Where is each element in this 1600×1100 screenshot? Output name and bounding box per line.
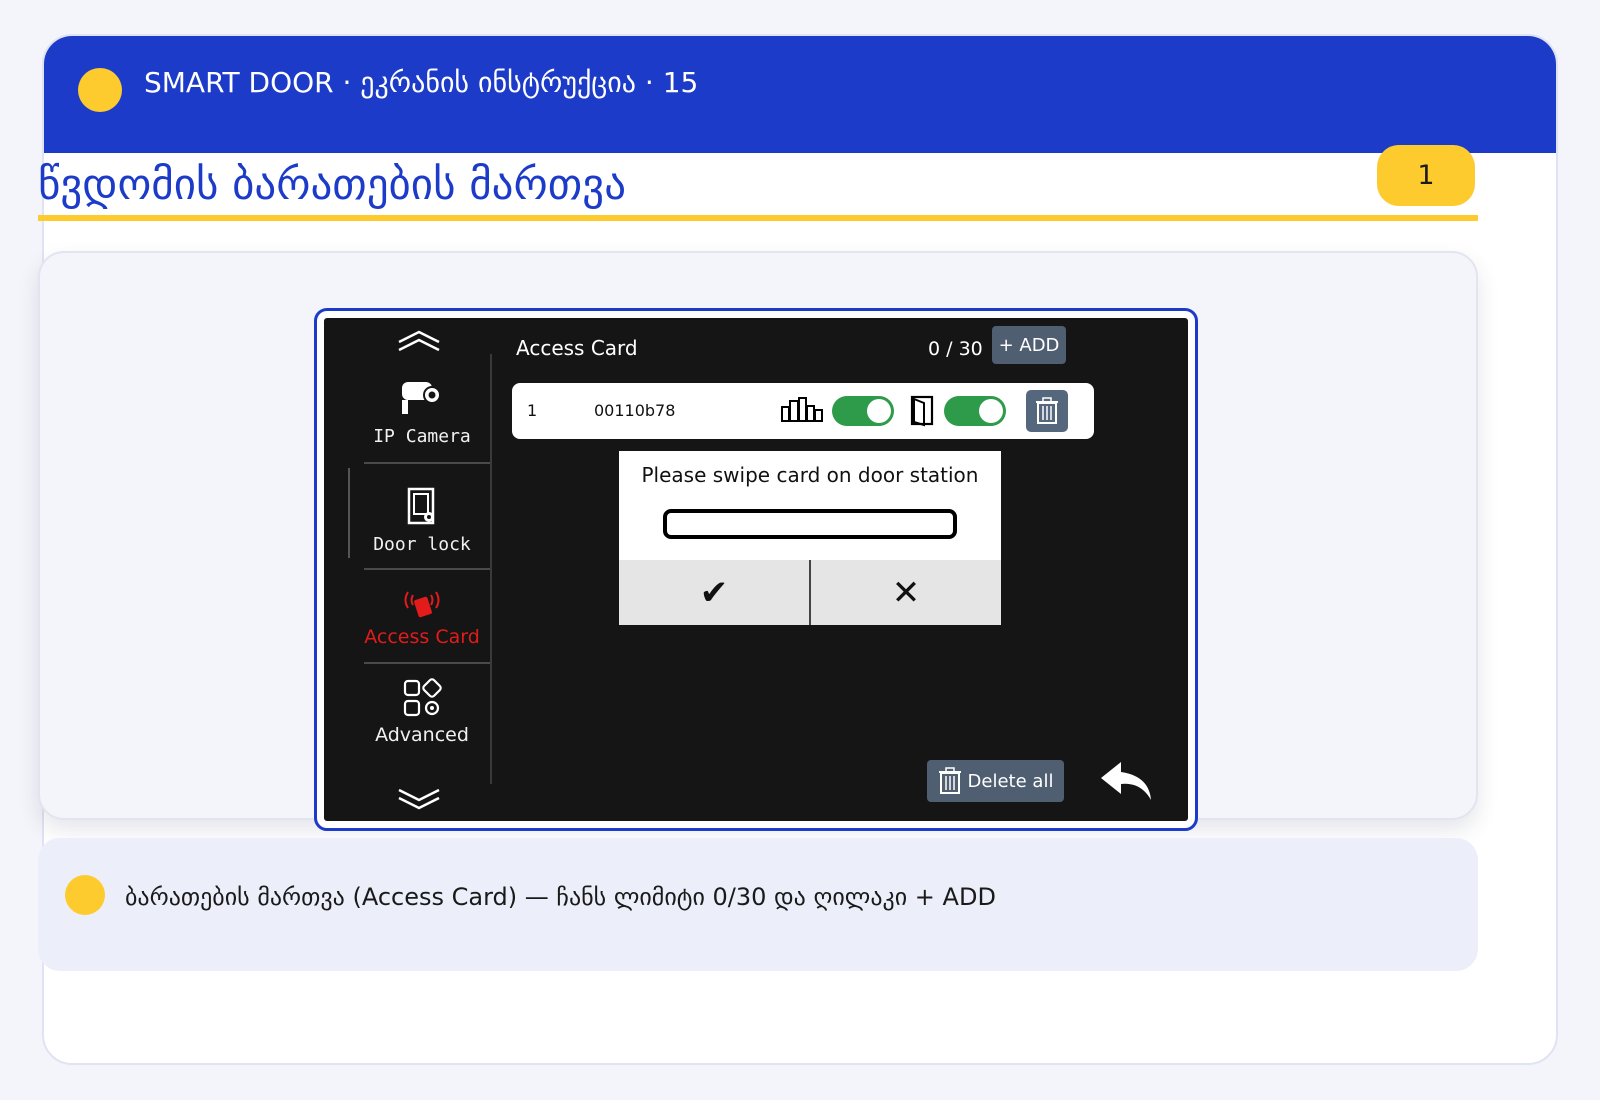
header-title: SMART DOOR · ეკრანის ინსტრუქცია · 15	[144, 66, 699, 99]
dialog-buttons: ✔ ✕	[619, 560, 1001, 625]
sidebar-scroll-indicator	[348, 468, 350, 558]
caption-bullet-icon	[65, 875, 105, 915]
chevron-up-icon[interactable]	[396, 328, 442, 354]
trash-icon	[938, 767, 961, 794]
delete-all-label: Delete all	[967, 770, 1054, 792]
page-title: წვდომის ბარათების მართვა	[38, 160, 627, 210]
add-card-button[interactable]: + ADD	[992, 326, 1066, 364]
building-access-toggle[interactable]	[832, 396, 894, 426]
trash-icon	[1036, 397, 1058, 424]
caption-box: ბარათების მართვა (Access Card) — ჩანს ლი…	[38, 838, 1478, 971]
screen-title: Access Card	[516, 336, 638, 360]
sidebar-separator	[490, 354, 492, 784]
ip-camera-icon	[402, 382, 441, 414]
confirm-button[interactable]: ✔	[619, 560, 809, 625]
door-icon	[910, 395, 934, 427]
device-screen: IP Camera Door lock Access Card Advanced…	[314, 308, 1198, 831]
sidebar-item-label: Door lock	[373, 534, 471, 555]
caption-text: ბარათების მართვა (Access Card) — ჩანს ლი…	[125, 883, 996, 911]
sidebar-item-access-card[interactable]: Access Card	[354, 586, 490, 648]
sidebar-item-advanced[interactable]: Advanced	[354, 678, 490, 746]
delete-all-button[interactable]: Delete all	[927, 760, 1064, 802]
sidebar-item-label: IP Camera	[373, 426, 471, 447]
building-icon	[781, 397, 823, 422]
swipe-card-dialog: Please swipe card on door station ✔ ✕	[619, 451, 1001, 625]
device-sidebar: IP Camera Door lock Access Card Advanced	[324, 318, 492, 821]
sidebar-divider	[364, 662, 490, 664]
advanced-icon	[403, 678, 442, 717]
cancel-button[interactable]: ✕	[811, 560, 1001, 625]
sidebar-divider	[364, 568, 490, 570]
card-count: 0 / 30	[928, 338, 983, 360]
delete-card-button[interactable]	[1026, 390, 1068, 432]
dialog-message: Please swipe card on door station	[641, 463, 979, 487]
card-list-item: 1 00110b78	[512, 383, 1094, 439]
title-underline	[38, 215, 1478, 221]
header-bar: SMART DOOR · ეკრანის ინსტრუქცია · 15	[44, 36, 1556, 153]
header-dot-icon	[78, 68, 122, 112]
back-arrow-icon[interactable]	[1099, 758, 1155, 804]
access-card-icon	[404, 591, 440, 618]
sidebar-item-label: Advanced	[375, 724, 469, 746]
sidebar-divider	[364, 462, 490, 464]
sidebar-item-label: Access Card	[364, 626, 480, 648]
door-access-toggle[interactable]	[944, 396, 1006, 426]
door-lock-icon	[407, 487, 435, 525]
page-number-badge: 1	[1377, 145, 1475, 206]
chevron-down-icon[interactable]	[396, 786, 442, 812]
sidebar-item-door-lock[interactable]: Door lock	[354, 486, 490, 555]
card-id-field[interactable]	[663, 509, 957, 539]
sidebar-item-ip-camera[interactable]: IP Camera	[354, 378, 490, 447]
card-code: 00110b78	[594, 401, 676, 420]
card-index: 1	[527, 401, 538, 420]
